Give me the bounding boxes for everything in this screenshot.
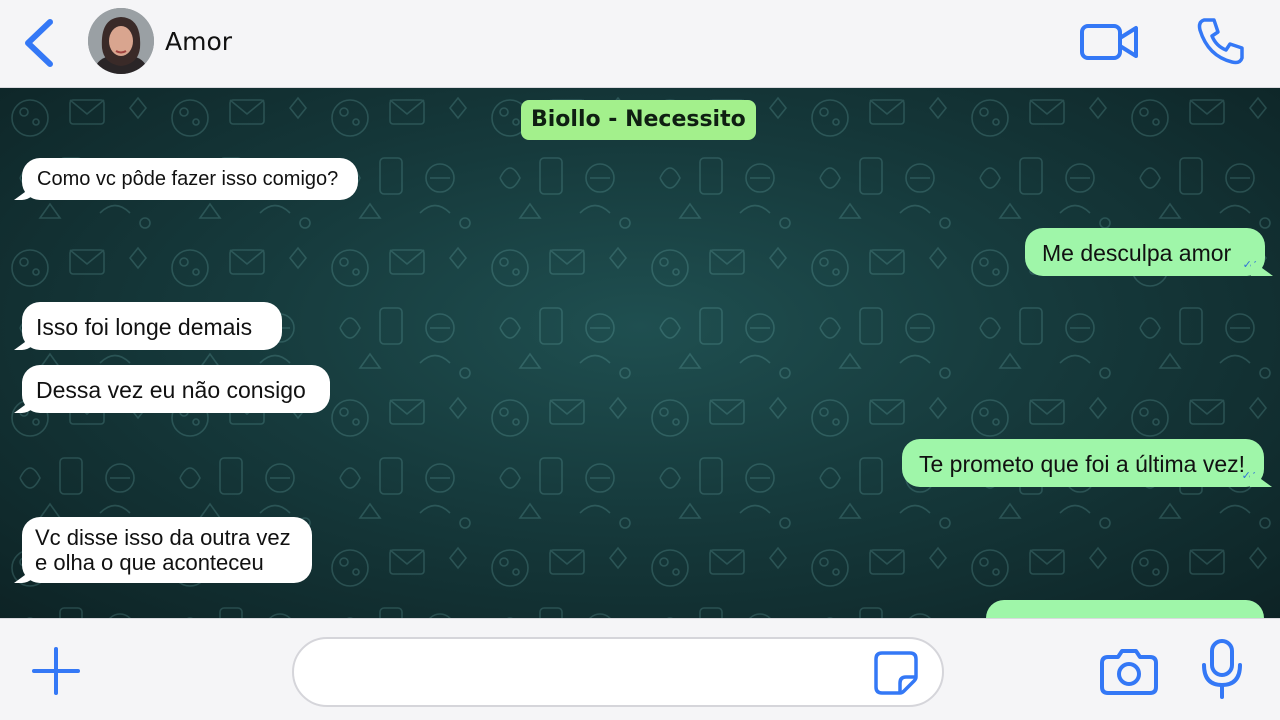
voice-call-button[interactable] [1194,14,1248,68]
back-button[interactable] [18,16,62,70]
attach-button[interactable] [28,643,84,699]
composer-bar [0,618,1280,720]
message-incoming[interactable]: Vc disse isso da outra vez e olha o que … [22,517,312,583]
read-receipt-icon: ✓✓ [1242,259,1259,271]
message-incoming[interactable]: Como vc pôde fazer isso comigo? [22,158,358,200]
microphone-icon [1202,639,1242,699]
message-input[interactable] [318,651,862,695]
message-text: Dessa vez eu não consigo [36,377,306,403]
message-outgoing[interactable]: Me desculpa amor ✓✓ [1025,228,1265,276]
phone-icon [1197,18,1244,65]
video-camera-icon [1080,24,1138,60]
avatar[interactable] [88,8,154,74]
chat-header: Amor [0,0,1280,88]
video-call-button[interactable] [1078,20,1142,64]
message-text: Te prometo que foi a última vez! [919,451,1245,477]
message-outgoing[interactable]: Te prometo que foi a última vez! ✓✓ [902,439,1264,487]
sticker-icon [874,651,918,695]
message-outgoing-partial[interactable] [986,600,1264,618]
sticker-button[interactable] [872,649,920,697]
read-receipt-icon: ✓✓ [1241,470,1258,482]
message-text: Vc disse isso da outra vez e olha o que … [35,525,291,575]
contact-name[interactable]: Amor [165,27,232,56]
message-input-box[interactable] [292,637,944,707]
camera-button[interactable] [1098,643,1160,699]
chevron-left-icon [25,19,53,67]
camera-icon [1100,649,1158,695]
message-incoming[interactable]: Dessa vez eu não consigo [22,365,330,413]
banner-chip: Biollo - Necessito [521,100,756,140]
message-incoming[interactable]: Isso foi longe demais [22,302,282,350]
avatar-photo [88,8,154,74]
message-text: Me desculpa amor [1042,240,1232,266]
chat-area[interactable]: Biollo - Necessito Como vc pôde fazer is… [0,88,1280,618]
plus-icon [32,647,80,695]
microphone-button[interactable] [1196,637,1248,703]
message-text: Isso foi longe demais [36,314,253,340]
message-text: Como vc pôde fazer isso comigo? [37,168,339,190]
